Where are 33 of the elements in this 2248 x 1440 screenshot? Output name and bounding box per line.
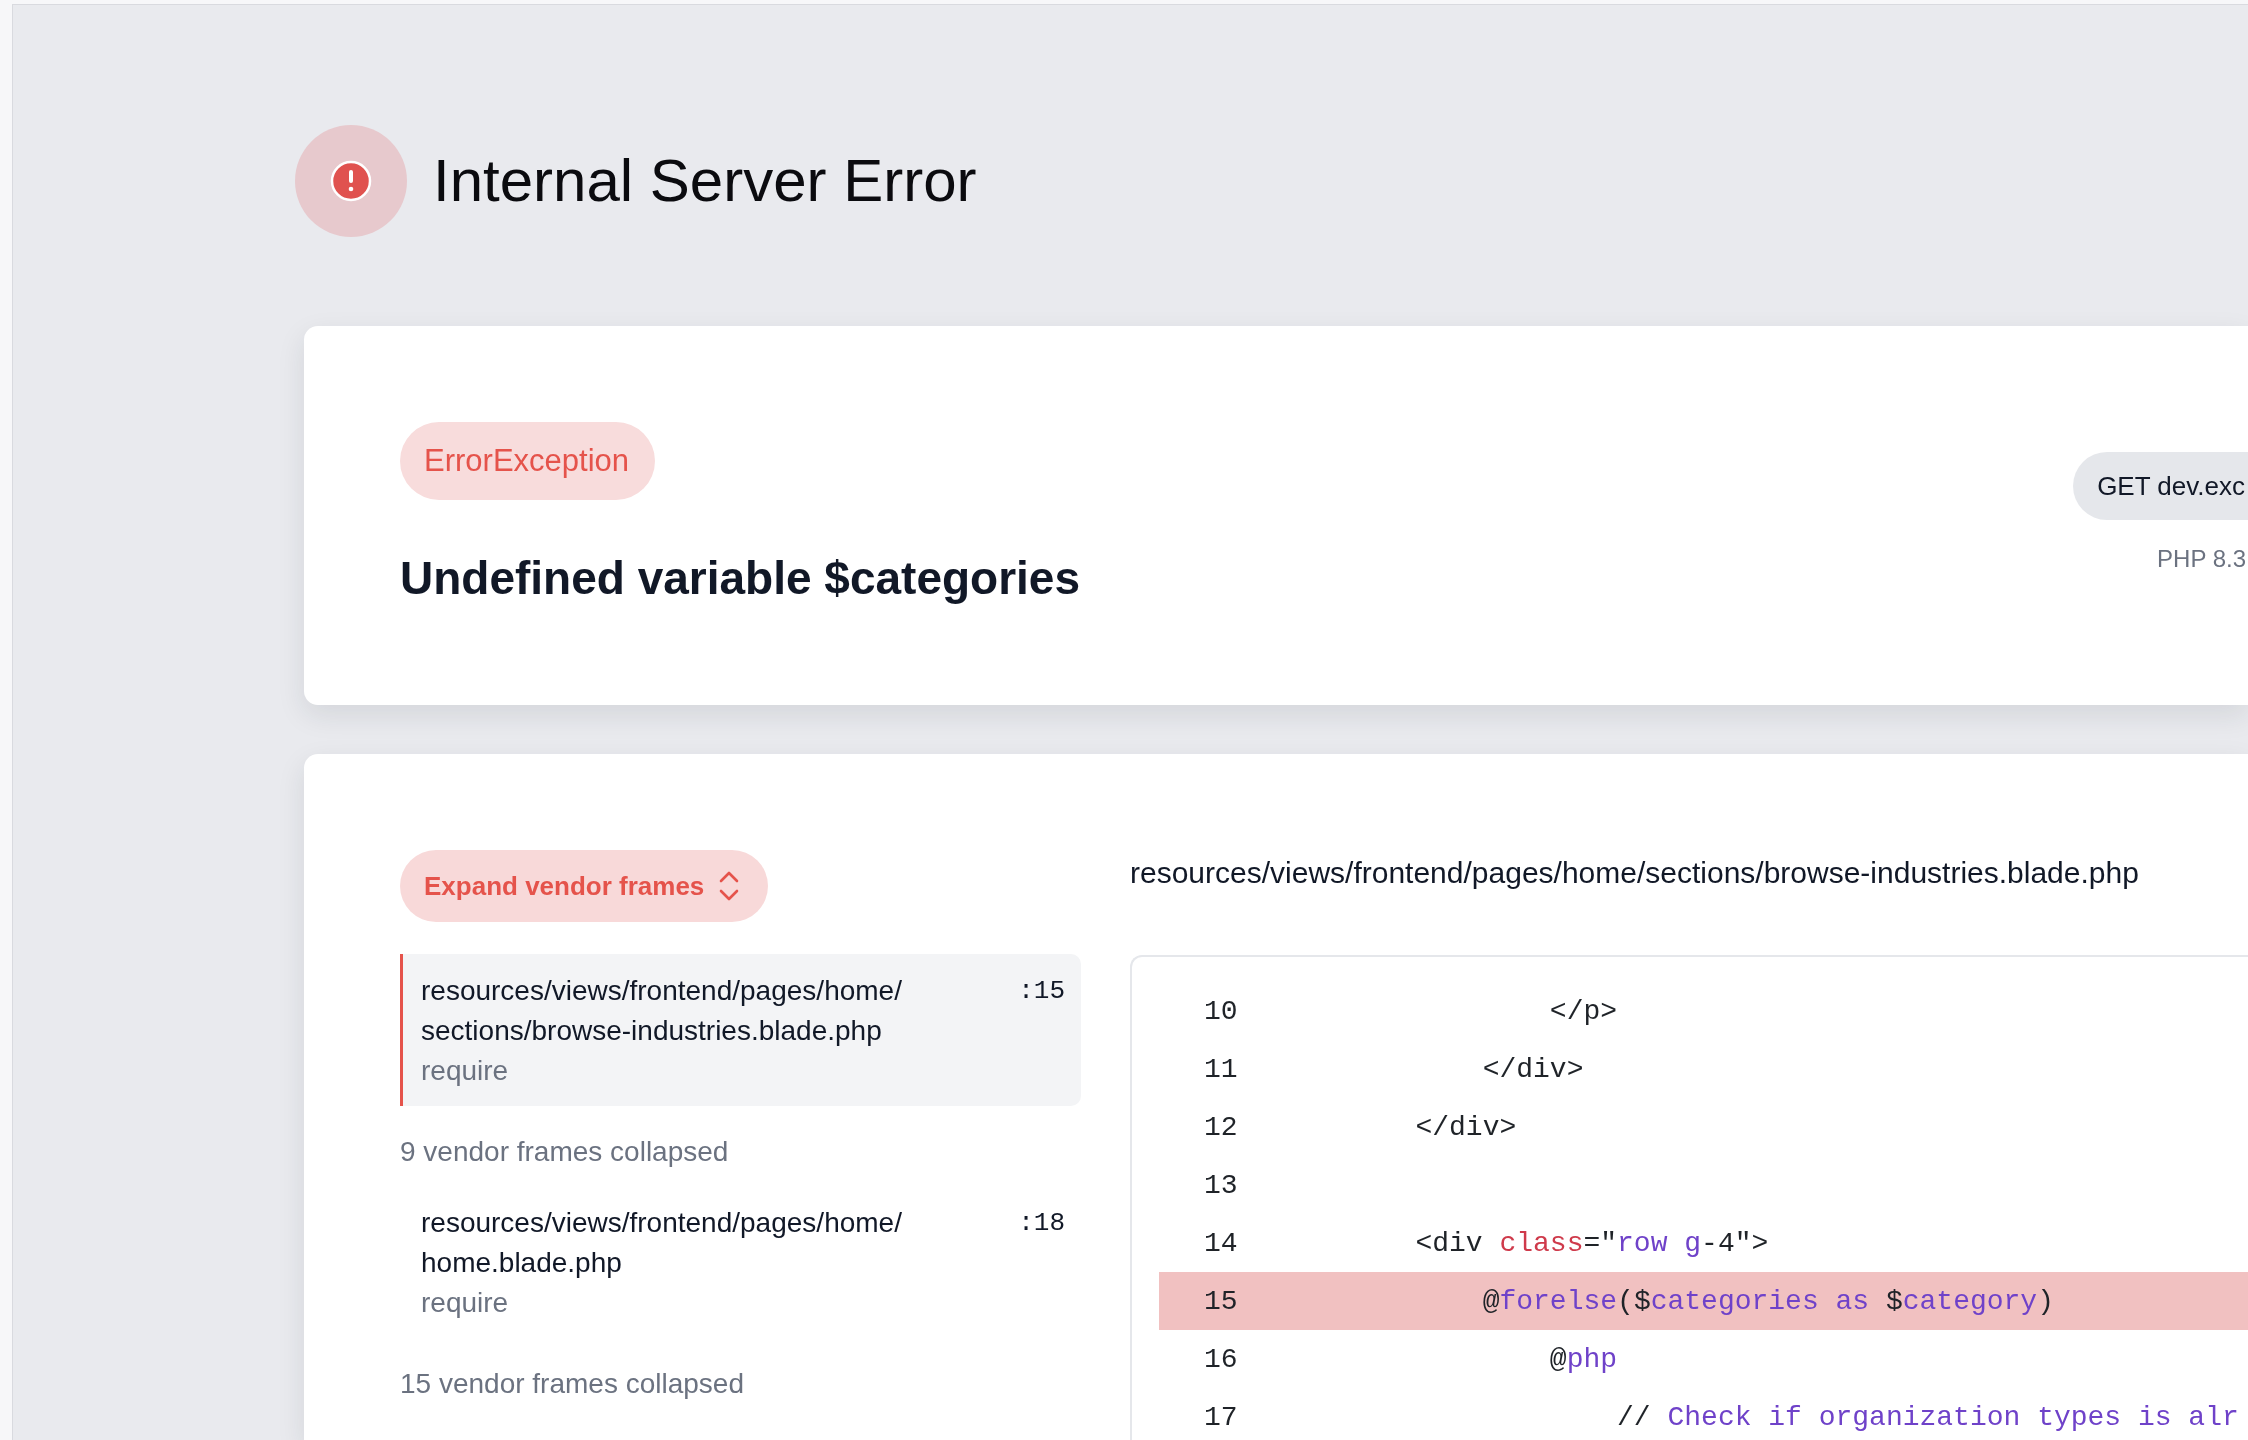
line-number: 14	[1204, 1227, 1238, 1259]
code-line: </div>	[1482, 1053, 1584, 1085]
line-number: 16	[1204, 1343, 1238, 1375]
line-number: :15	[1018, 975, 1065, 1008]
code-line: // Check if organization types is alr	[1617, 1401, 2239, 1433]
request-badge: GET dev.exc	[2073, 452, 2248, 520]
line-number: 11	[1204, 1053, 1238, 1085]
error-message: Undefined variable $categories	[400, 551, 1081, 606]
exception-type-badge: ErrorException	[400, 422, 656, 500]
file-path: resources/views/frontend/pages/home/home.blade.php	[421, 1207, 902, 1278]
code-line: @forelse($categories as $category)	[1482, 1285, 2054, 1317]
stack-frame[interactable]: resources/views/frontend/pages/home/sections/browse-industries.blade.php require :15	[400, 954, 1081, 1106]
code-line: @php	[1549, 1343, 1618, 1375]
collapsed-frames-note: 15 vendor frames collapsed	[400, 1368, 744, 1399]
collapsed-frames-note: 9 vendor frames collapsed	[400, 1136, 729, 1167]
line-number: 17	[1204, 1401, 1238, 1433]
function-name: require	[421, 1055, 509, 1086]
php-version: PHP 8.3	[2157, 544, 2247, 574]
code-line: </div>	[1415, 1111, 1517, 1143]
function-name: require	[421, 1287, 509, 1318]
stack-frame[interactable]: resources/views/frontend/pages/home/home.blade.php require :18	[400, 1186, 1081, 1338]
file-path: resources/views/frontend/pages/home/sections/browse-industries.blade.php	[1130, 855, 2139, 891]
line-number: 12	[1204, 1111, 1238, 1143]
line-number: 10	[1204, 995, 1238, 1027]
line-number: 15	[1204, 1285, 1238, 1317]
code-line: <div class="row g-4">	[1415, 1227, 1769, 1259]
error-icon	[295, 125, 407, 237]
page-title: Internal Server Error	[433, 146, 977, 216]
line-number: 13	[1204, 1169, 1238, 1201]
code-line: </p>	[1549, 995, 1618, 1027]
file-path: resources/views/frontend/pages/home/sections/browse-industries.blade.php	[421, 975, 902, 1046]
line-number: :18	[1018, 1207, 1065, 1240]
up-down-chevron-icon	[718, 869, 741, 903]
